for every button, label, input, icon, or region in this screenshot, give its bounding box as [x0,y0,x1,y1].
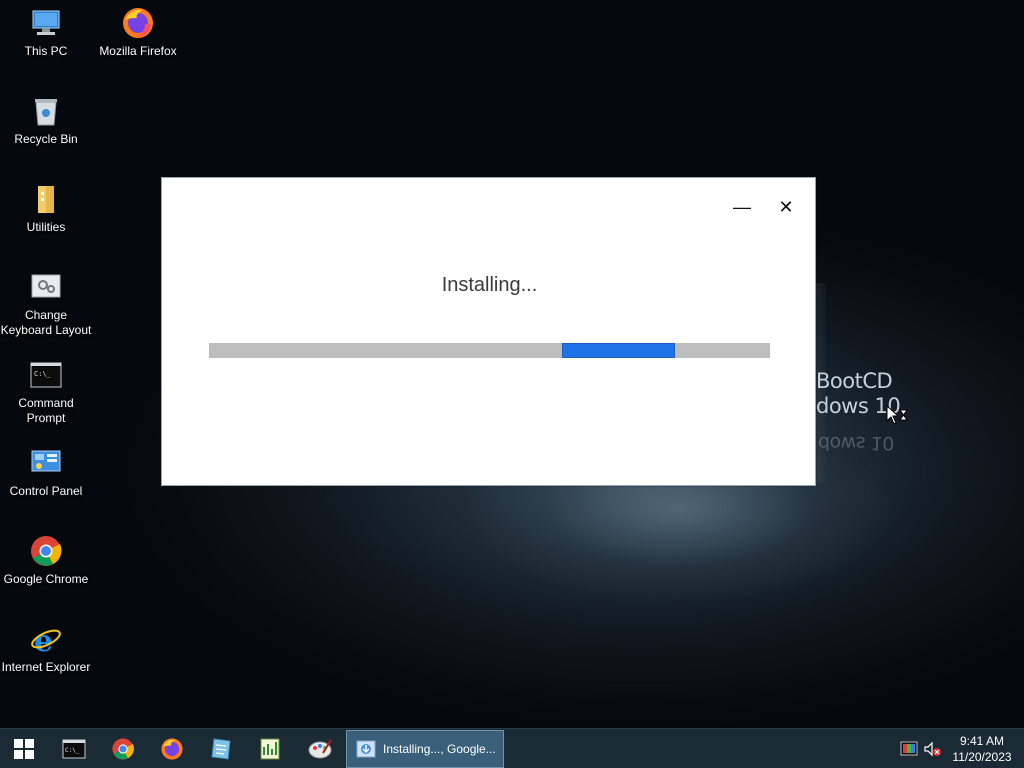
chrome-icon [112,738,134,760]
chrome-icon [29,534,63,568]
close-button[interactable]: ✕ [771,194,801,220]
taskbar-chart-app[interactable] [246,729,294,768]
folder-icon [29,182,63,216]
firefox-icon [121,6,155,40]
svg-text:C:\_: C:\_ [65,747,80,754]
desktop-icon-firefox[interactable]: Mozilla Firefox [92,6,184,59]
wallpaper-text-reflection: dows 10 [818,432,894,454]
desktop-icon-label: Utilities [26,220,66,234]
svg-text:C:\_: C:\_ [34,370,52,378]
busy-cursor-icon [886,404,910,432]
recycle-bin-icon [29,94,63,128]
desktop-icon-internet-explorer[interactable]: e Internet Explorer [0,622,92,675]
color-icon[interactable] [900,741,918,757]
wallpaper-text-line1: BootCD [816,369,893,393]
progress-bar-fill [562,343,675,358]
desktop-icon-label: Control Panel [9,484,83,498]
desktop-icon-this-pc[interactable]: This PC [0,6,92,59]
installing-status-text: Installing... [441,274,538,296]
control-panel-icon [29,446,63,480]
volume-muted-icon[interactable] [924,741,942,757]
desktop-icon-label: Command Prompt [18,396,74,425]
ie-icon: e [29,622,63,659]
firefox-icon [161,738,183,760]
taskbar-paint-app[interactable] [296,729,344,768]
installer-dialog: — ✕ Installing... [161,177,816,486]
progress-bar [209,343,770,358]
desktop-icon-control-panel[interactable]: Control Panel [0,446,92,499]
desktop-icon-keyboard-layout[interactable]: Change Keyboard Layout [0,270,92,338]
minimize-button[interactable]: — [727,194,757,220]
clock-date: 11/20/2023 [952,750,1012,764]
notepad-icon [211,738,231,760]
paint-app-icon [308,739,332,759]
taskbar-cmd[interactable]: C:\_ [50,729,98,768]
chart-app-icon [260,738,280,760]
taskbar-notepad[interactable] [197,729,245,768]
desktop-icon-label: Internet Explorer [1,660,91,674]
taskbar-window-title: Installing..., Google... [383,742,496,756]
desktop-icon-recycle-bin[interactable]: Recycle Bin [0,94,92,147]
installer-icon [356,740,376,758]
desktop-icon-label: Change Keyboard Layout [0,308,92,337]
system-tray [900,729,942,768]
desktop-icon-chrome[interactable]: Google Chrome [0,534,92,587]
desktop-icon-utilities[interactable]: Utilities [0,182,92,235]
computer-icon [29,6,63,40]
taskbar-clock[interactable]: 9:41 AM 11/20/2023 [944,733,1020,765]
desktop-icon-label: Google Chrome [3,572,89,586]
desktop-icon-label: Mozilla Firefox [99,44,177,58]
cmd-icon: C:\_ [62,739,86,759]
desktop-icon-label: This PC [24,44,68,58]
keyboard-settings-icon [29,270,63,304]
start-button[interactable] [0,729,48,768]
cmd-icon: C:\_ [29,358,63,392]
svg-text:e: e [34,624,53,656]
clock-time: 9:41 AM [959,734,1005,748]
desktop-icon-label: Recycle Bin [14,132,78,146]
windows-start-icon [14,739,34,759]
taskbar-firefox[interactable] [148,729,196,768]
desktop-icon-command-prompt[interactable]: C:\_ Command Prompt [0,358,92,426]
taskbar-installer-window[interactable]: Installing..., Google... [346,730,504,768]
taskbar: C:\_ Installing..., Google... 9:41 AM 11… [0,728,1024,768]
taskbar-chrome[interactable] [99,729,147,768]
